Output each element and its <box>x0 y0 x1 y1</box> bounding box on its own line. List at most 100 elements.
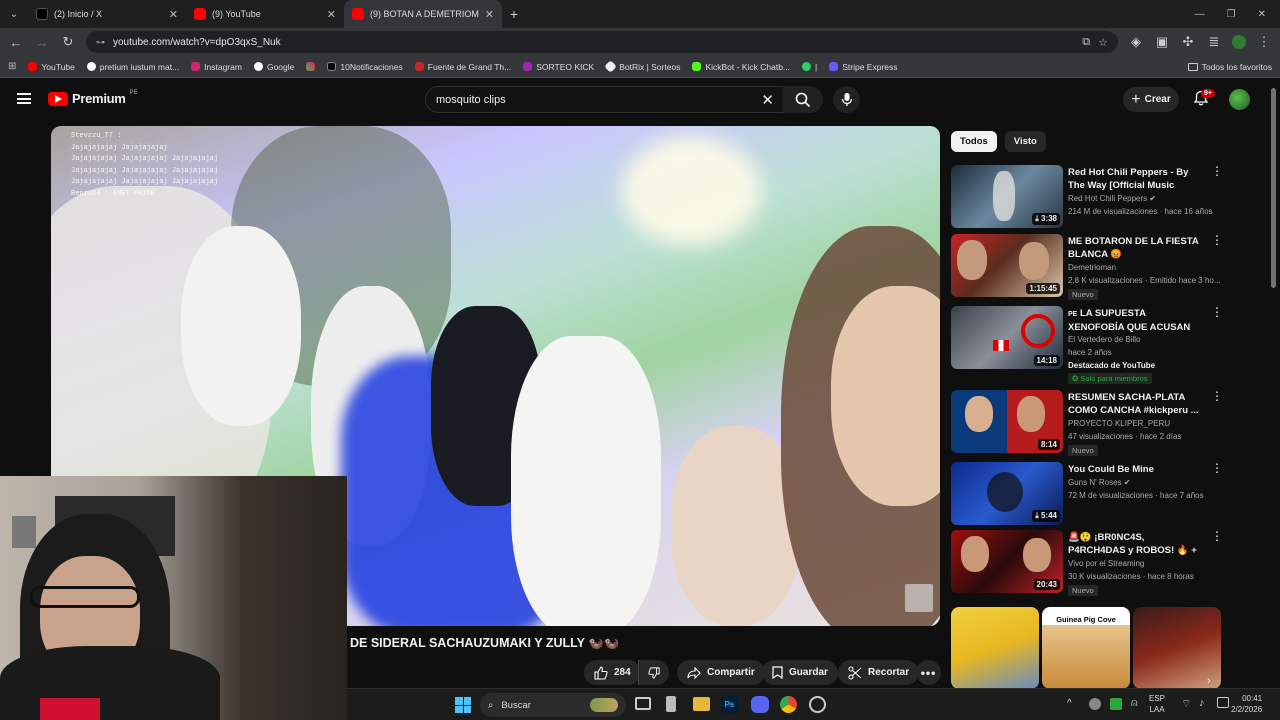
taskbar-search-box[interactable]: ⌕ Buscar <box>480 693 626 717</box>
recommendation-title[interactable]: You Could Be Mine <box>1068 463 1203 476</box>
install-icon[interactable]: ⧉ <box>1082 36 1090 49</box>
search-input[interactable]: mosquito clips ✕ <box>425 86 785 113</box>
taskbar-app-icon[interactable] <box>809 696 826 713</box>
bookmark-youtube[interactable]: YouTube <box>28 62 75 72</box>
video-thumbnail[interactable]: 1:15:45 <box>951 234 1063 297</box>
photoshop-icon[interactable]: Ps <box>721 696 738 713</box>
recommendation-title[interactable]: Red Hot Chili Peppers - By The Way [Offi… <box>1068 166 1203 192</box>
video-thumbnail[interactable]: ⤓ 5:44 <box>951 462 1063 525</box>
discord-icon[interactable] <box>751 696 769 713</box>
taskbar-app-icon[interactable] <box>666 696 676 712</box>
share-button[interactable]: Compartir <box>677 660 765 685</box>
reading-list-icon[interactable]: ≣ <box>1206 34 1222 50</box>
microphone-tray-icon[interactable]: ⍝ <box>1131 697 1138 710</box>
close-window-icon[interactable]: ✕ <box>1258 9 1266 20</box>
new-tab-button[interactable]: + <box>502 6 526 22</box>
url-field[interactable]: ⊶ youtube.com/watch?v=dpO3qxS_Nuk ⧉ ☆ <box>86 31 1118 53</box>
bookmark-google[interactable]: Google <box>253 62 294 72</box>
channel-name[interactable]: Demetrioman <box>1068 263 1116 272</box>
more-options-icon[interactable]: ⋮ <box>1211 234 1223 246</box>
clock[interactable]: 00:41 2/2/2026 <box>1231 693 1262 715</box>
task-view-icon[interactable] <box>635 697 651 710</box>
page-scrollbar[interactable] <box>1271 88 1276 288</box>
video-thumbnail[interactable]: 8:14 <box>951 390 1063 453</box>
bookmark-star-icon[interactable]: ☆ <box>1098 36 1108 49</box>
bookmark-whatsapp[interactable]: | <box>802 62 817 72</box>
extension-icon[interactable]: ◈ <box>1128 34 1144 50</box>
voice-search-button[interactable] <box>833 86 860 113</box>
channel-row[interactable]: Guns N' Roses ✔ <box>1068 478 1130 487</box>
recommendation-title[interactable]: RESUMEN SACHA-PLATA COMO CANCHA #kickper… <box>1068 391 1203 417</box>
close-tab-icon[interactable]: ✕ <box>485 8 494 21</box>
profile-avatar[interactable] <box>1232 35 1246 49</box>
shorts-next-arrow-icon[interactable]: › <box>1207 675 1211 687</box>
bookmark-fuente[interactable]: Fuente de Grand Th... <box>414 62 511 72</box>
tab-youtube[interactable]: (9) YouTube ✕ <box>186 0 344 28</box>
bookmark-pinwheel[interactable] <box>306 62 316 71</box>
site-info-icon[interactable]: ⊶ <box>96 37 105 48</box>
channel-name[interactable]: PROYECTO KLIPER_PERU <box>1068 419 1170 428</box>
bookmark-pretium[interactable]: pretium iustum mat... <box>86 62 179 72</box>
more-options-icon[interactable]: ⋮ <box>1211 530 1223 542</box>
like-button[interactable]: 284 <box>584 660 641 685</box>
search-button[interactable] <box>783 86 823 113</box>
language-indicator[interactable]: ESP LAA <box>1149 693 1165 715</box>
recommendation-item[interactable]: 14:18 PE LA SUPUESTA XENOFOBÍA QUE ACUSA… <box>951 306 1231 386</box>
chip-todos[interactable]: Todos <box>951 131 997 152</box>
wifi-icon[interactable]: ⌔ <box>1181 697 1191 711</box>
all-bookmarks-folder[interactable]: Todos los favoritos <box>1187 62 1272 72</box>
short-thumbnail[interactable]: Guinea Pig Cove <box>1042 607 1130 689</box>
bookmark-botrix[interactable]: BotRix | Sorteos <box>604 60 680 73</box>
windows-start-icon[interactable] <box>455 697 471 713</box>
extensions-puzzle-icon[interactable]: ✣ <box>1180 34 1196 50</box>
more-menu-icon[interactable]: ⋮ <box>1256 34 1272 50</box>
clip-button[interactable]: Recortar <box>838 660 920 685</box>
save-button[interactable]: Guardar <box>762 660 838 685</box>
recommendation-item[interactable]: 20:43 🚨😲 ¡BR0NC4S, P4RCH4DAS y ROBOS! 🔥 … <box>951 530 1231 596</box>
hamburger-menu-icon[interactable] <box>17 93 31 104</box>
channel-row[interactable]: Red Hot Chili Peppers ✔ <box>1068 194 1156 203</box>
short-thumbnail[interactable] <box>951 607 1039 689</box>
recommendation-title[interactable]: ME BOTARON DE LA FIESTA BLANCA 😡 <box>1068 235 1203 261</box>
recommendation-item[interactable]: 1:15:45 ME BOTARON DE LA FIESTA BLANCA 😡… <box>951 234 1231 300</box>
chrome-icon[interactable] <box>780 696 797 713</box>
bookmark-kickbot[interactable]: KickBot - Kick Chatb... <box>692 62 790 72</box>
chip-visto[interactable]: Visto <box>1004 131 1046 152</box>
tab-x[interactable]: (2) Inicio / X ✕ <box>28 0 186 28</box>
dislike-button[interactable] <box>638 660 669 685</box>
bookmark-instagram[interactable]: Instagram <box>191 62 242 72</box>
clear-search-icon[interactable]: ✕ <box>761 91 774 109</box>
recommendation-title[interactable]: 🚨😲 ¡BR0NC4S, P4RCH4DAS y ROBOS! 🔥 + AMP4… <box>1068 531 1203 557</box>
channel-name[interactable]: El Vertedero de Billo <box>1068 335 1141 344</box>
battery-icon[interactable] <box>1217 697 1229 708</box>
more-options-icon[interactable]: ⋮ <box>1211 390 1223 402</box>
bookmark-stripe[interactable]: Stripe Express <box>829 62 898 72</box>
bookmark-sorteo[interactable]: SORTEO KICK <box>523 62 594 72</box>
video-thumbnail[interactable]: 20:43 <box>951 530 1063 593</box>
close-tab-icon[interactable]: ✕ <box>327 8 336 21</box>
video-thumbnail[interactable]: 14:18 <box>951 306 1063 369</box>
file-explorer-icon[interactable] <box>693 697 710 711</box>
recommendation-title[interactable]: PE LA SUPUESTA XENOFOBÍA QUE ACUSAN AL P… <box>1068 307 1203 333</box>
extension-icon[interactable]: ▣ <box>1154 34 1170 50</box>
more-options-icon[interactable]: ⋮ <box>1211 462 1223 474</box>
minimize-icon[interactable]: — <box>1195 9 1205 20</box>
create-button[interactable]: + Crear <box>1123 87 1179 112</box>
bookmark-notificaciones[interactable]: 10Notificaciones <box>327 62 403 72</box>
more-actions-button[interactable]: ••• <box>916 660 941 685</box>
more-options-icon[interactable]: ⋮ <box>1211 165 1223 177</box>
tab-search-icon[interactable]: ⌄ <box>0 9 28 20</box>
recommendation-item[interactable]: ⤓ 5:44 You Could Be Mine Guns N' Roses ✔… <box>951 462 1231 526</box>
more-options-icon[interactable]: ⋮ <box>1211 306 1223 318</box>
forward-icon[interactable]: → <box>34 35 50 50</box>
maximize-icon[interactable]: ❐ <box>1227 9 1236 20</box>
tray-app-icon[interactable] <box>1110 698 1122 710</box>
tray-app-icon[interactable] <box>1089 698 1101 710</box>
reload-icon[interactable]: ↻ <box>60 34 76 50</box>
apps-grid-icon[interactable]: ⊞ <box>8 61 16 72</box>
tray-chevron-icon[interactable]: ^ <box>1067 698 1072 709</box>
close-tab-icon[interactable]: ✕ <box>169 8 178 21</box>
back-icon[interactable]: ← <box>8 35 24 50</box>
channel-name[interactable]: Vivo por el Streaming <box>1068 559 1144 568</box>
volume-icon[interactable]: ♪ <box>1199 697 1205 709</box>
